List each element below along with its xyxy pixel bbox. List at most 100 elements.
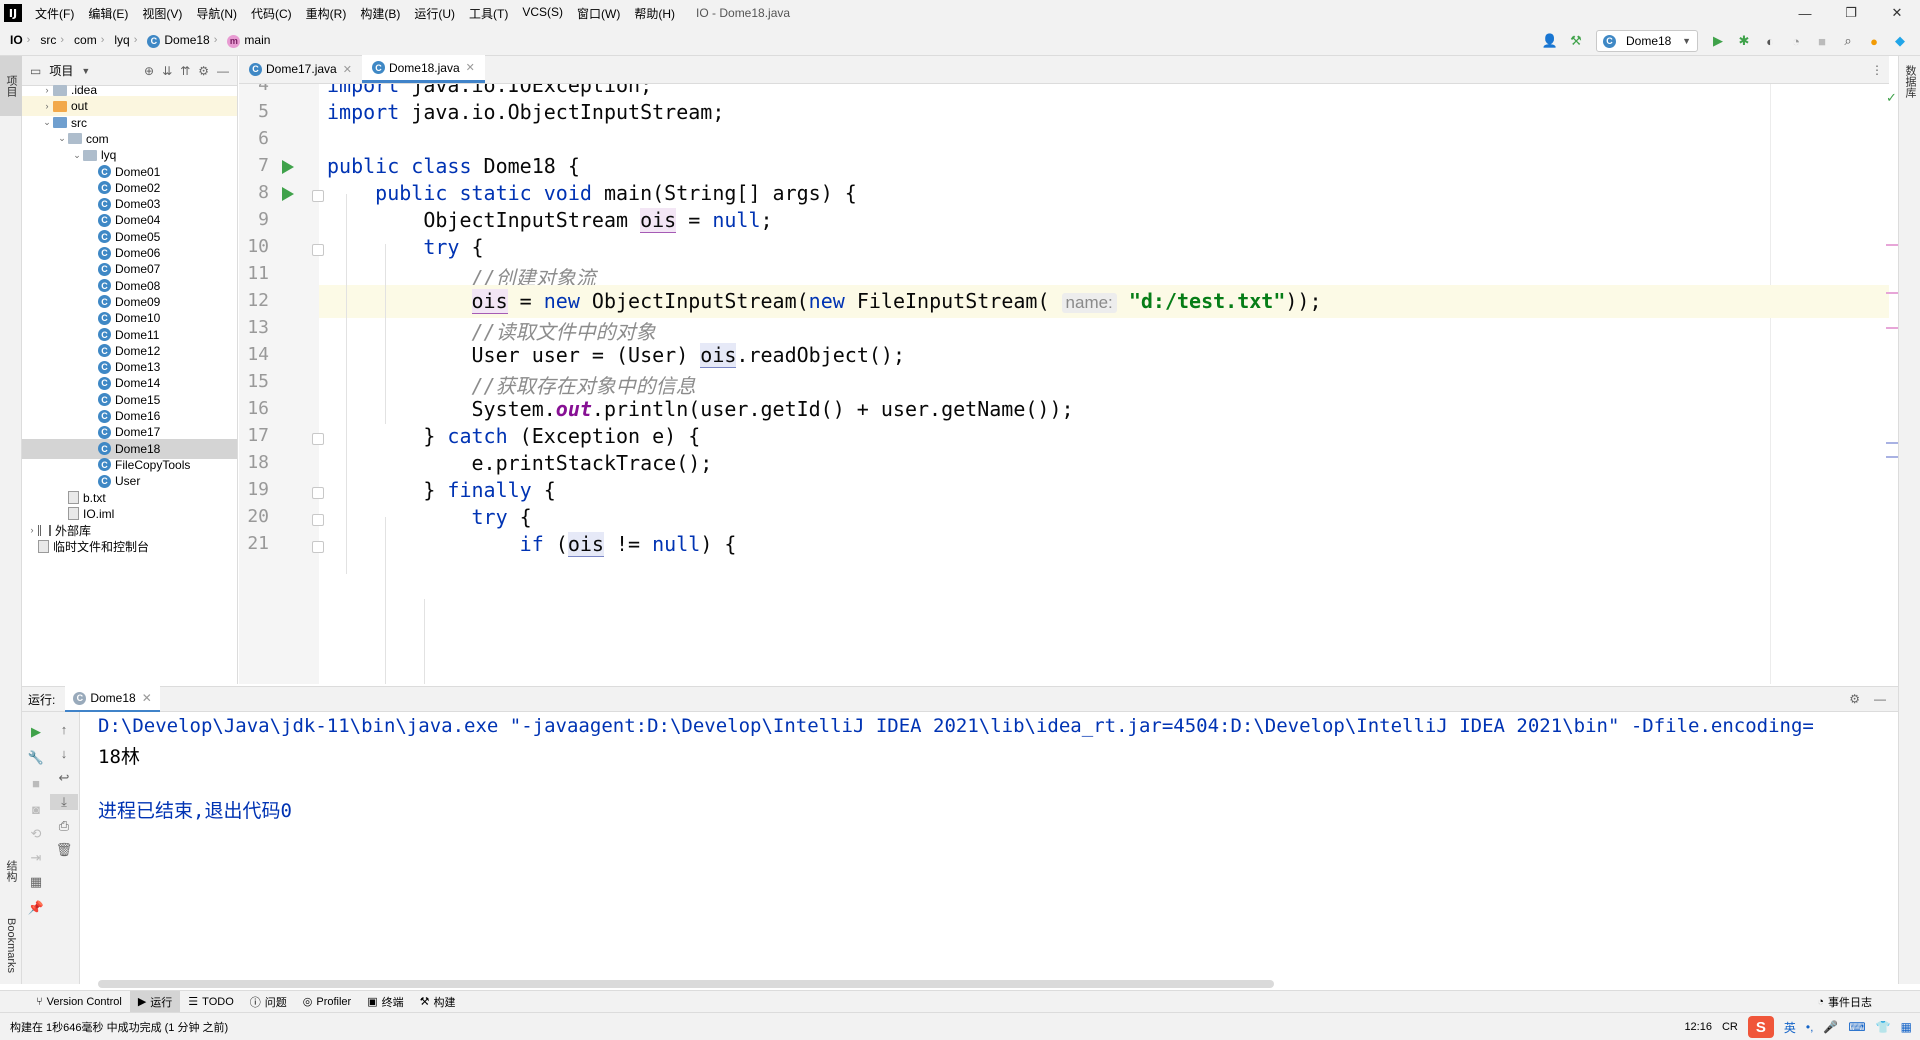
search-icon[interactable]: ⌕: [1836, 29, 1860, 53]
breadcrumb-item[interactable]: lyq: [104, 33, 133, 47]
maximize-button[interactable]: ❐: [1828, 0, 1874, 26]
profile-icon[interactable]: ◔: [1784, 29, 1808, 53]
locate-icon[interactable]: ⊕: [144, 64, 154, 78]
editor-tab[interactable]: C Dome17.java ✕: [239, 55, 362, 83]
down-arrow-icon[interactable]: ↓: [50, 746, 78, 761]
user-icon[interactable]: 👤: [1538, 29, 1562, 53]
coverage-icon[interactable]: ◐: [1758, 29, 1782, 53]
line-separator[interactable]: CR: [1722, 1021, 1738, 1033]
fold-icon[interactable]: [312, 244, 324, 256]
grid-icon[interactable]: ▦: [1901, 1020, 1912, 1034]
chevron-right-icon[interactable]: ›: [41, 101, 53, 111]
tool-window-button[interactable]: ⚒ 构建: [412, 991, 464, 1013]
tool-window-button[interactable]: ☰ TODO: [180, 991, 241, 1013]
close-icon[interactable]: ✕: [142, 691, 152, 705]
tool-window-button[interactable]: ▣ 终端: [359, 991, 411, 1013]
punctuation-icon[interactable]: •,: [1806, 1020, 1814, 1034]
hide-icon[interactable]: —: [1874, 692, 1886, 706]
menu-item[interactable]: 视图(V): [135, 5, 189, 22]
breadcrumb-item[interactable]: m main: [217, 33, 274, 48]
run-gutter-icon[interactable]: [282, 187, 294, 201]
caret-position[interactable]: 12:16: [1684, 1021, 1712, 1033]
menu-item[interactable]: 代码(C): [244, 5, 299, 22]
breadcrumb-item[interactable]: com: [64, 33, 101, 47]
project-tool-tab[interactable]: 项目: [0, 56, 22, 116]
camera-icon[interactable]: ◙: [22, 802, 50, 817]
fold-icon[interactable]: [312, 433, 324, 445]
tool-window-button[interactable]: ▶ 运行: [129, 990, 181, 1013]
run-configuration-select[interactable]: C Dome18 ▼: [1596, 30, 1698, 52]
menu-item[interactable]: 工具(T): [462, 5, 515, 22]
status-message[interactable]: 构建在 1秒646毫秒 中成功完成 (1 分钟 之前): [0, 1019, 228, 1035]
structure-tool-tab[interactable]: 结构: [0, 846, 22, 896]
menu-item[interactable]: 构建(B): [353, 5, 407, 22]
scroll-to-end-icon[interactable]: ⤓: [50, 794, 78, 810]
ime-language[interactable]: 英: [1784, 1019, 1796, 1036]
rerun-icon[interactable]: ▶: [22, 724, 50, 740]
database-tool-tab[interactable]: 数据库: [1899, 56, 1920, 106]
fold-icon[interactable]: [312, 514, 324, 526]
close-button[interactable]: ✕: [1874, 0, 1920, 26]
tool-window-button[interactable]: ⓘ 问题: [242, 991, 295, 1013]
editor-tab[interactable]: C Dome18.java ✕: [361, 55, 485, 83]
console-output[interactable]: D:\Develop\Java\jdk-11\bin\java.exe "-ja…: [80, 712, 1898, 984]
update-icon[interactable]: ●: [1862, 29, 1886, 53]
menu-item[interactable]: 重构(R): [299, 5, 354, 22]
sogou-ime-icon[interactable]: S: [1747, 1016, 1774, 1038]
close-icon[interactable]: ✕: [343, 63, 352, 76]
chevron-right-icon[interactable]: ›: [26, 525, 38, 535]
breadcrumb-item[interactable]: IO: [0, 33, 27, 47]
trash-icon[interactable]: 🗑: [50, 842, 78, 858]
print-icon[interactable]: ⎙: [50, 818, 78, 834]
gear-icon[interactable]: ⚙: [1849, 692, 1860, 706]
chevron-down-icon[interactable]: ⌄: [41, 117, 53, 128]
breadcrumb-item[interactable]: C Dome18: [137, 33, 213, 48]
project-panel-title[interactable]: 项目: [49, 62, 73, 79]
event-log-button[interactable]: ◔ 事件日志: [1809, 991, 1880, 1013]
console-horizontal-scrollbar[interactable]: [98, 980, 1274, 988]
plugin-icon[interactable]: ◆: [1888, 29, 1912, 53]
keyboard-icon[interactable]: ⌨: [1848, 1020, 1865, 1034]
chevron-down-icon[interactable]: ⌄: [56, 133, 68, 144]
more-options-icon[interactable]: ⋮: [1871, 63, 1889, 77]
debug-icon[interactable]: ✱: [1732, 29, 1756, 53]
fold-icon[interactable]: [312, 487, 324, 499]
fold-icon[interactable]: [312, 541, 324, 553]
run-tab-dome18[interactable]: C Dome18 ✕: [65, 686, 160, 712]
up-arrow-icon[interactable]: ↑: [50, 722, 78, 737]
soft-wrap-icon[interactable]: ↩: [50, 770, 78, 786]
stop-icon[interactable]: ■: [1810, 29, 1834, 53]
menu-item[interactable]: VCS(S): [515, 5, 570, 22]
minimize-button[interactable]: —: [1782, 0, 1828, 26]
collapse-all-icon[interactable]: ⇈: [180, 64, 190, 78]
run-gutter-icon[interactable]: [282, 160, 294, 174]
menu-item[interactable]: 运行(U): [407, 5, 462, 22]
chevron-down-icon[interactable]: ▼: [81, 66, 90, 76]
layout-icon[interactable]: ▦: [22, 874, 50, 890]
close-icon[interactable]: ✕: [466, 61, 475, 74]
fold-icon[interactable]: [312, 190, 324, 202]
tree-item[interactable]: 临时文件和控制台: [22, 536, 237, 556]
menu-item[interactable]: 窗口(W): [570, 5, 627, 22]
chevron-right-icon[interactable]: ›: [41, 85, 53, 95]
gear-icon[interactable]: ⚙: [198, 64, 209, 78]
exit-icon[interactable]: ⇥: [22, 850, 50, 866]
code-editor[interactable]: 4 5 6 7 8 9 10 11 12 13 14 15 16 17 18 19 20 21 import ja…: [239, 84, 1889, 684]
menu-item[interactable]: 帮助(H): [627, 5, 682, 22]
build-hammer-icon[interactable]: ⚒: [1564, 29, 1588, 53]
stop-icon[interactable]: ■: [22, 776, 50, 791]
tool-window-button[interactable]: ⑂ Version Control: [28, 991, 130, 1013]
restore-layout-icon[interactable]: ⟲: [22, 826, 50, 842]
menu-item[interactable]: 导航(N): [189, 5, 244, 22]
wrench-icon[interactable]: 🔧: [22, 750, 50, 766]
chevron-down-icon[interactable]: ⌄: [71, 150, 83, 161]
expand-all-icon[interactable]: ⇊: [162, 64, 172, 78]
microphone-icon[interactable]: 🎤: [1823, 1020, 1838, 1034]
tool-window-button[interactable]: ◎ Profiler: [295, 991, 359, 1013]
bookmarks-tool-tab[interactable]: Bookmarks: [0, 906, 22, 986]
menu-item[interactable]: 文件(F): [28, 5, 81, 22]
pin-icon[interactable]: 📌: [22, 900, 50, 916]
menu-item[interactable]: 编辑(E): [81, 5, 135, 22]
shirt-icon[interactable]: 👕: [1876, 1020, 1891, 1034]
run-icon[interactable]: ▶: [1706, 29, 1730, 53]
